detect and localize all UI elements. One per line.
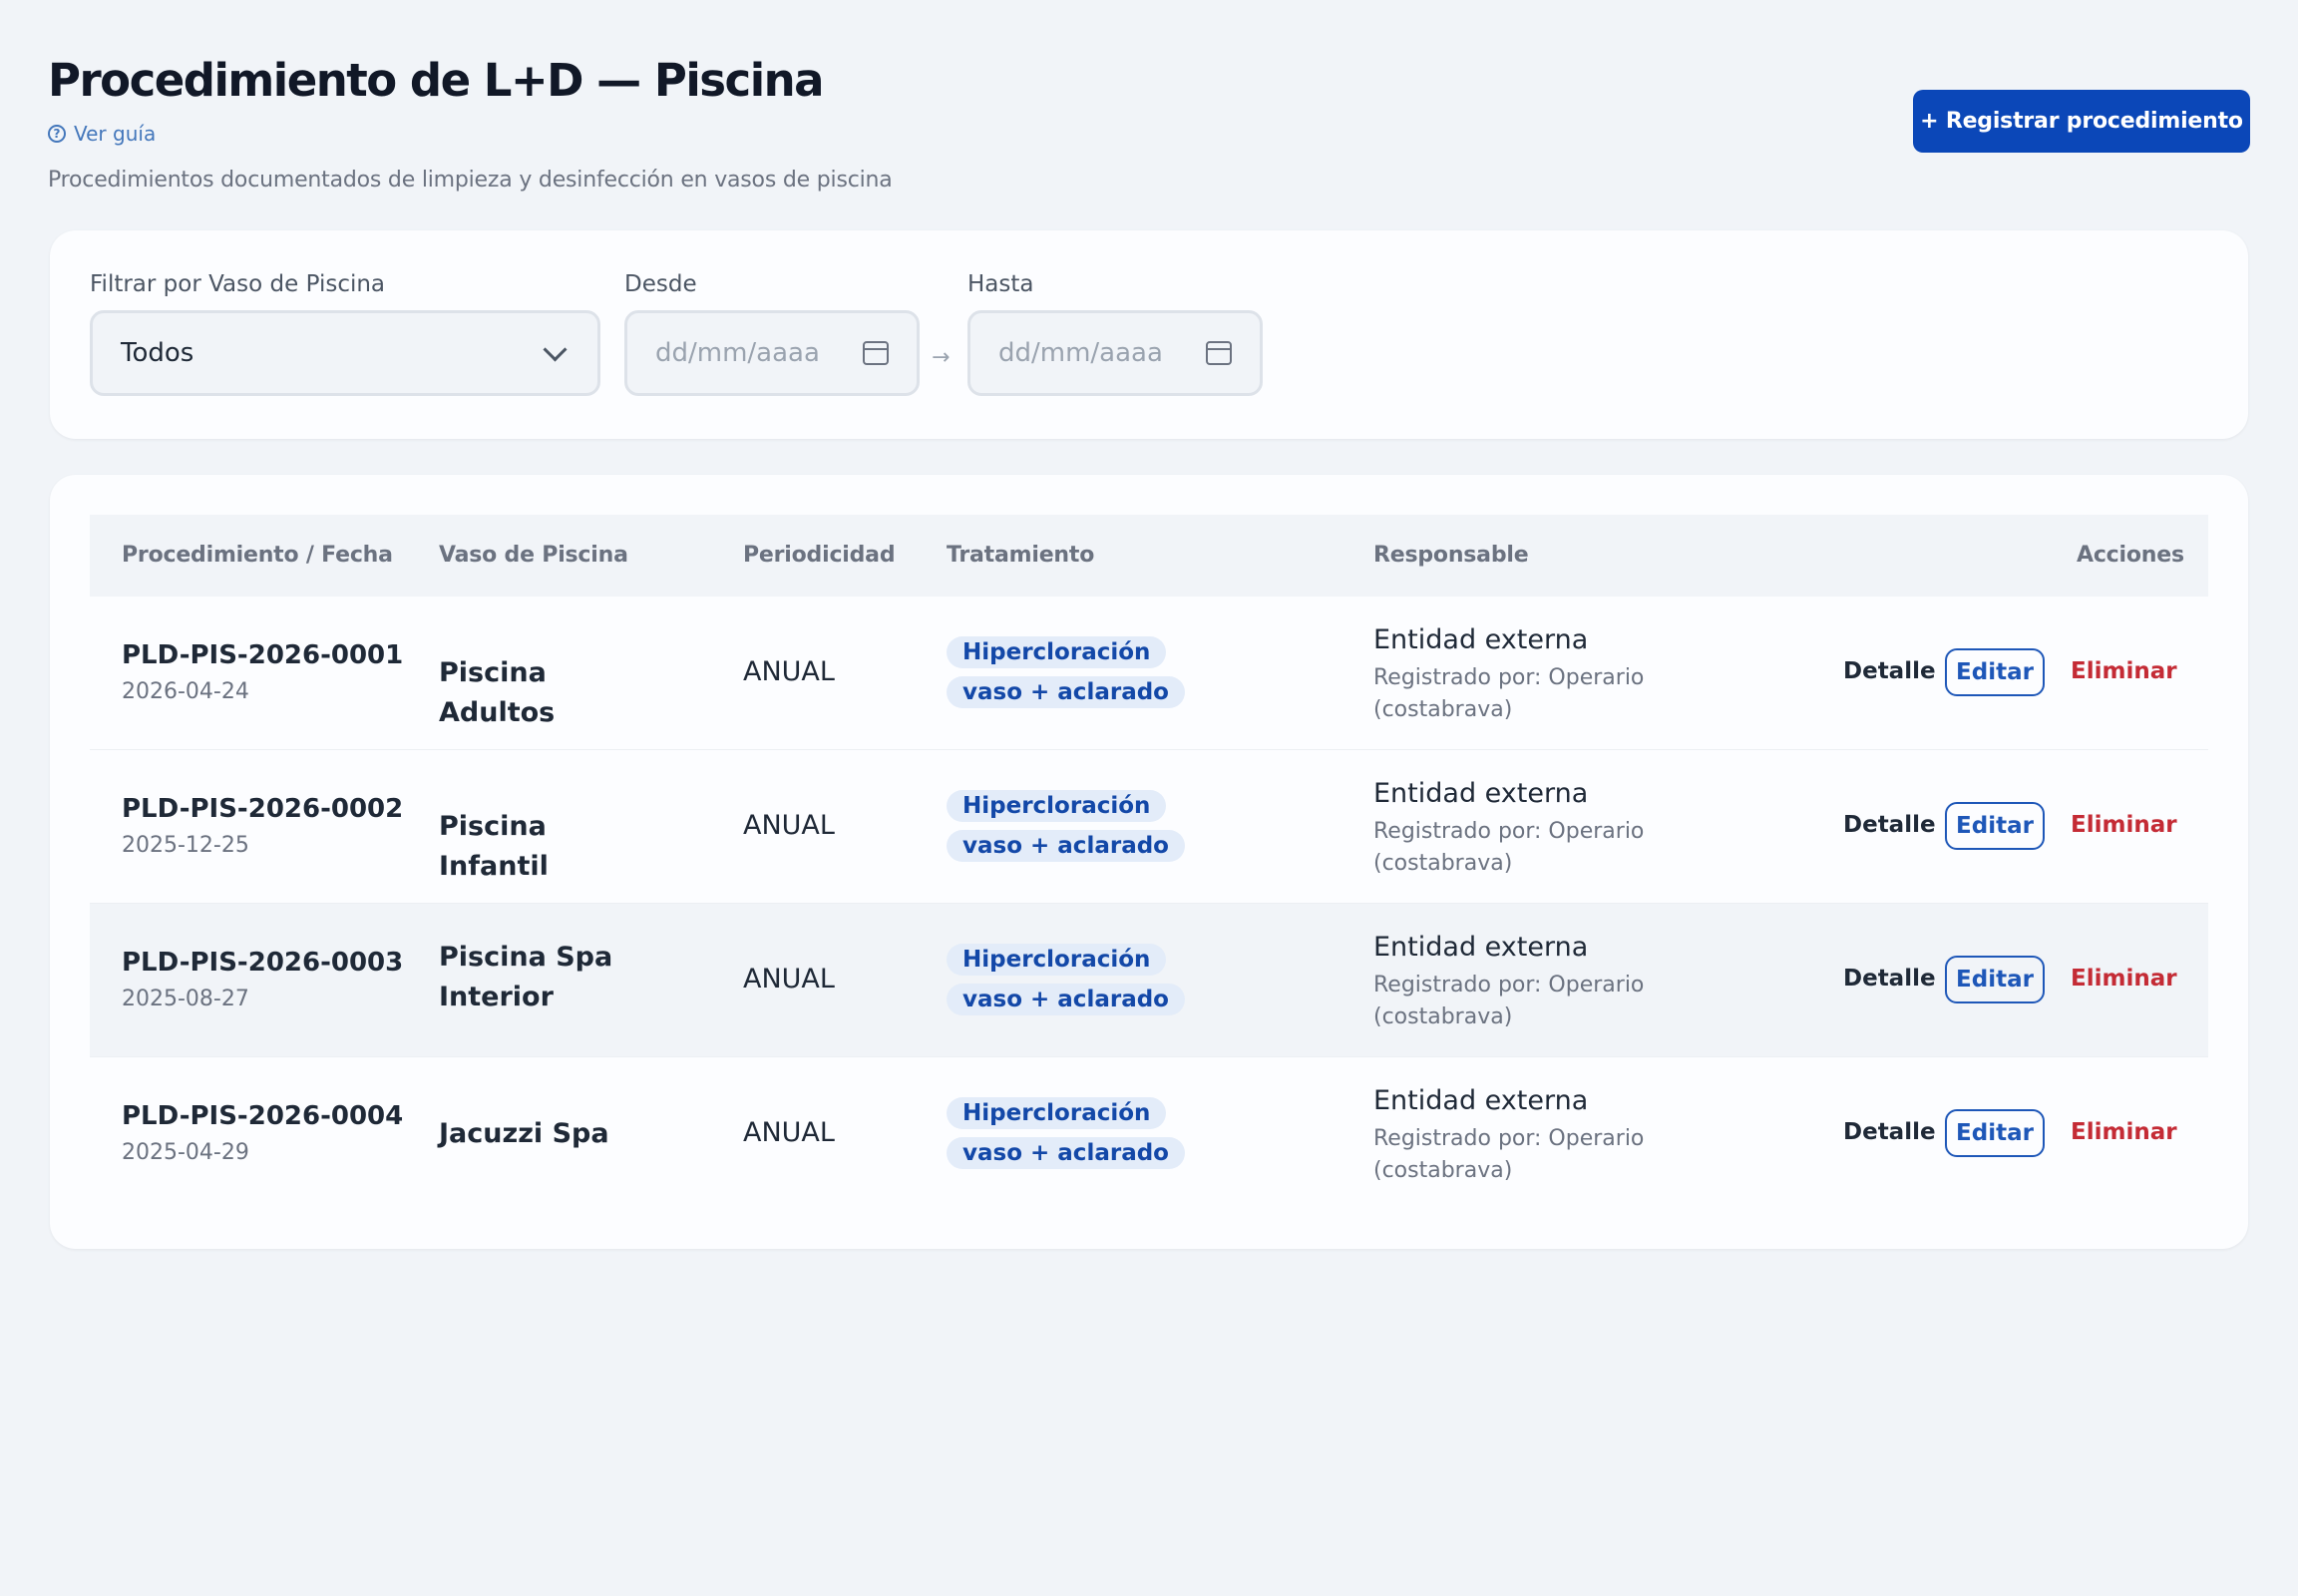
procedure-code: PLD-PIS-2026-0003 <box>122 948 404 978</box>
column-header-tratamiento: Tratamiento <box>947 543 1095 568</box>
column-header-periodicidad: Periodicidad <box>743 543 896 568</box>
vaso-filter-label: Filtrar por Vaso de Piscina <box>90 271 386 297</box>
registered-by: Registrado por: Operario (costabrava) <box>1373 1126 1645 1183</box>
date-range-separator: → <box>932 345 951 370</box>
vaso-filter-value: Todos <box>121 338 194 368</box>
desde-label: Desde <box>624 271 697 297</box>
page-subtitle: Procedimientos documentados de limpieza … <box>48 168 893 193</box>
registered-by: Registrado por: Operario (costabrava) <box>1373 819 1645 876</box>
responsible: Entidad externa <box>1373 624 1589 655</box>
table-header <box>90 515 2208 597</box>
detail-button[interactable]: Detalle <box>1843 658 1936 684</box>
edit-button[interactable]: Editar <box>1945 1109 2045 1157</box>
procedure-code: PLD-PIS-2026-0004 <box>122 1101 404 1131</box>
pool-name: Piscina Adultos <box>439 657 556 728</box>
pool-name: Piscina Spa Interior <box>439 942 613 1012</box>
pool-name: Piscina Infantil <box>439 811 549 882</box>
table-row: PLD-PIS-2026-0004 2025-04-29 Jacuzzi Spa… <box>90 1057 2208 1211</box>
delete-button[interactable]: Eliminar <box>2071 812 2177 838</box>
edit-button[interactable]: Editar <box>1945 648 2045 696</box>
register-procedure-button[interactable]: + Registrar procedimiento <box>1913 90 2250 153</box>
treatment-badge: Hipercloración vaso + aclarado <box>947 940 1216 1019</box>
calendar-icon[interactable] <box>1206 341 1232 365</box>
calendar-icon[interactable] <box>863 341 889 365</box>
treatment-badge: Hipercloración vaso + aclarado <box>947 1093 1216 1173</box>
edit-button[interactable]: Editar <box>1945 956 2045 1003</box>
treatment-badge: Hipercloración vaso + aclarado <box>947 632 1216 712</box>
chevron-down-icon <box>543 336 568 362</box>
table-row: PLD-PIS-2026-0001 2026-04-24 Piscina Adu… <box>90 597 2208 750</box>
procedure-date: 2025-12-25 <box>122 833 249 858</box>
treatment-badge: Hipercloración vaso + aclarado <box>947 786 1216 866</box>
guide-link-label: Ver guía <box>74 122 157 146</box>
registered-by: Registrado por: Operario (costabrava) <box>1373 665 1645 722</box>
delete-button[interactable]: Eliminar <box>2071 1119 2177 1145</box>
page: Procedimiento de L+D — Piscina ? Ver guí… <box>0 0 2298 1596</box>
responsible: Entidad externa <box>1373 1085 1589 1116</box>
page-title: Procedimiento de L+D — Piscina <box>48 54 825 107</box>
delete-button[interactable]: Eliminar <box>2071 966 2177 992</box>
periodicity: ANUAL <box>743 656 835 687</box>
help-circle-icon: ? <box>48 125 66 143</box>
edit-button[interactable]: Editar <box>1945 802 2045 850</box>
responsible: Entidad externa <box>1373 932 1589 963</box>
table-row: PLD-PIS-2026-0002 2025-12-25 Piscina Inf… <box>90 750 2208 904</box>
periodicity: ANUAL <box>743 810 835 841</box>
detail-button[interactable]: Detalle <box>1843 812 1936 838</box>
procedure-code: PLD-PIS-2026-0001 <box>122 640 404 670</box>
responsible: Entidad externa <box>1373 778 1589 809</box>
detail-button[interactable]: Detalle <box>1843 966 1936 992</box>
hasta-label: Hasta <box>967 271 1034 297</box>
procedure-date: 2025-08-27 <box>122 987 249 1011</box>
desde-placeholder: dd/mm/aaaa <box>655 338 820 368</box>
column-header-vaso: Vaso de Piscina <box>439 543 628 568</box>
periodicity: ANUAL <box>743 964 835 995</box>
periodicity: ANUAL <box>743 1117 835 1148</box>
detail-button[interactable]: Detalle <box>1843 1119 1936 1145</box>
guide-link[interactable]: ? Ver guía <box>48 122 156 146</box>
column-header-procedimiento: Procedimiento / Fecha <box>122 543 393 568</box>
table-row: PLD-PIS-2026-0003 2025-08-27 Piscina Spa… <box>90 904 2208 1057</box>
procedure-date: 2026-04-24 <box>122 679 249 704</box>
hasta-placeholder: dd/mm/aaaa <box>998 338 1163 368</box>
delete-button[interactable]: Eliminar <box>2071 658 2177 684</box>
pool-name: Jacuzzi Spa <box>439 1118 609 1149</box>
vaso-filter-select[interactable]: Todos <box>90 310 600 396</box>
procedure-date: 2025-04-29 <box>122 1140 249 1165</box>
hasta-date-input[interactable]: dd/mm/aaaa <box>967 310 1263 396</box>
desde-date-input[interactable]: dd/mm/aaaa <box>624 310 920 396</box>
procedure-code: PLD-PIS-2026-0002 <box>122 794 404 824</box>
column-header-acciones: Acciones <box>2077 543 2184 568</box>
column-header-responsable: Responsable <box>1373 543 1529 568</box>
registered-by: Registrado por: Operario (costabrava) <box>1373 973 1645 1029</box>
